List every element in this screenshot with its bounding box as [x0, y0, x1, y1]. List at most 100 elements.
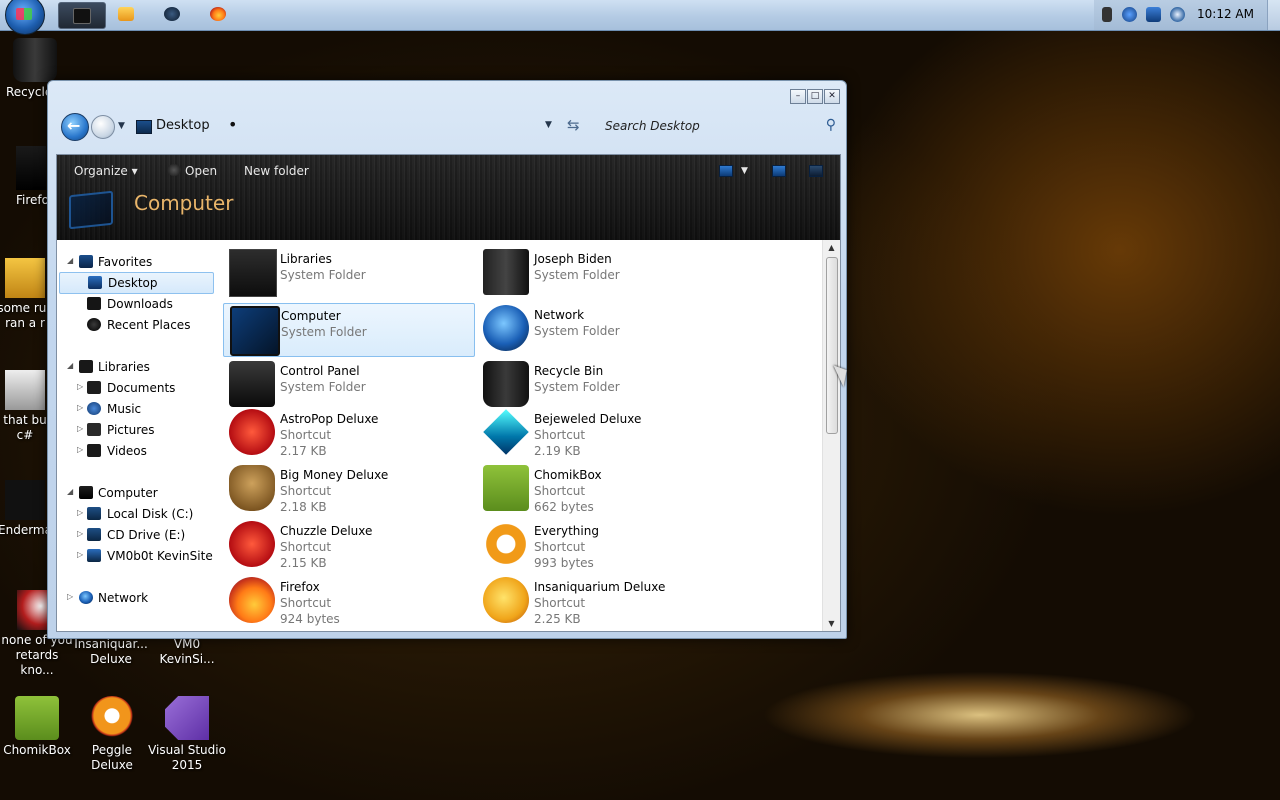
file-item-everything[interactable]: Everything Shortcut 993 bytes — [477, 519, 727, 571]
search-input[interactable]: Search Desktop ⚲ — [603, 116, 836, 136]
nav-label: Desktop — [108, 276, 158, 290]
vertical-scrollbar[interactable]: ▲ ▼ — [822, 240, 840, 631]
desktop-icon-visual-studio[interactable]: Visual Studio 2015 — [148, 696, 226, 773]
show-desktop-button[interactable] — [1267, 0, 1280, 30]
scroll-down-button[interactable]: ▼ — [823, 616, 840, 631]
taskbar-explorer-button[interactable] — [58, 2, 106, 29]
desktop-icon-peggle[interactable]: Peggle Deluxe — [73, 696, 151, 773]
clock[interactable]: 10:12 AM — [1197, 7, 1254, 21]
nav-item-recent-places[interactable]: Recent Places — [57, 315, 221, 335]
nav-item-documents[interactable]: ▷ Documents — [57, 378, 221, 398]
file-item-chuzzle[interactable]: Chuzzle Deluxe Shortcut 2.15 KB — [223, 519, 473, 571]
volume-icon[interactable] — [1170, 7, 1185, 22]
text-file-icon — [5, 258, 45, 298]
organize-button[interactable]: Organize ▾ — [74, 164, 138, 178]
computer-header-icon — [69, 190, 113, 230]
file-item-network[interactable]: Network System Folder — [477, 303, 727, 355]
maximize-button[interactable]: □ — [807, 89, 823, 104]
nav-label: Videos — [107, 444, 147, 458]
forward-button[interactable] — [91, 115, 115, 139]
expand-arrow-icon[interactable]: ▷ — [67, 592, 73, 601]
file-item-big-money[interactable]: Big Money Deluxe Shortcut 2.18 KB — [223, 463, 473, 515]
minimize-button[interactable]: – — [790, 89, 806, 104]
explorer-icon — [73, 8, 91, 24]
nav-item-music[interactable]: ▷ Music — [57, 399, 221, 419]
scroll-up-button[interactable]: ▲ — [823, 240, 840, 255]
nav-item-local-disk[interactable]: ▷ Local Disk (C:) — [57, 504, 221, 524]
nav-label: Local Disk (C:) — [107, 507, 194, 521]
explorer-window: – □ ✕ ▼ Desktop • ▼ ⇆ Search Desktop ⚲ O… — [47, 80, 847, 639]
file-item-recycle-bin[interactable]: Recycle Bin System Folder — [477, 359, 727, 411]
taskbar-media-player-button[interactable] — [104, 2, 150, 27]
back-button[interactable] — [61, 113, 89, 141]
nav-item-network[interactable]: ▷ Network — [57, 588, 221, 608]
desktop-icon-text-file-1[interactable]: some rus ran a r — [0, 258, 54, 331]
desktop-icon-chomikbox[interactable]: ChomikBox — [0, 696, 76, 758]
nav-item-libraries[interactable]: ◢ Libraries — [57, 357, 221, 377]
app-orb-icon — [164, 7, 180, 21]
nav-item-favorites[interactable]: ◢ Favorites — [57, 252, 221, 272]
help-icon[interactable] — [809, 165, 823, 177]
desktop-location-icon — [136, 120, 152, 134]
desktop-icon-text-file-2[interactable]: that bu c# — [0, 370, 54, 443]
collapse-arrow-icon[interactable]: ◢ — [67, 361, 73, 370]
breadcrumb-separator[interactable]: • — [228, 115, 237, 134]
file-item-chomikbox[interactable]: ChomikBox Shortcut 662 bytes — [477, 463, 727, 515]
open-button[interactable]: Open — [185, 164, 217, 178]
network-drive-icon — [87, 549, 101, 562]
nav-item-computer[interactable]: ◢ Computer — [57, 483, 221, 503]
file-item-control-panel[interactable]: Control Panel System Folder — [223, 359, 473, 411]
nav-item-videos[interactable]: ▷ Videos — [57, 441, 221, 461]
start-button[interactable] — [5, 0, 45, 35]
file-item-insaniquarium[interactable]: Insaniquarium Deluxe Shortcut 2.25 KB — [477, 575, 727, 627]
nav-item-desktop[interactable]: Desktop — [59, 272, 214, 294]
file-item-computer[interactable]: Computer System Folder — [223, 303, 475, 357]
nav-label: Documents — [107, 381, 176, 395]
address-bar[interactable]: Desktop — [156, 118, 210, 133]
favorites-icon — [79, 255, 93, 268]
collapse-arrow-icon[interactable]: ◢ — [67, 256, 73, 265]
nav-item-pictures[interactable]: ▷ Pictures — [57, 420, 221, 440]
nav-label: Computer — [98, 486, 158, 500]
nav-item-network-drive[interactable]: ▷ VM0b0t KevinSite — [57, 546, 221, 566]
preview-pane-icon[interactable] — [772, 165, 786, 177]
downloads-icon — [87, 297, 101, 310]
taskbar-firefox-button[interactable] — [196, 2, 242, 27]
text-file-icon — [5, 370, 45, 410]
tray-overflow-icon[interactable] — [1102, 7, 1112, 22]
control-panel-icon — [229, 361, 275, 407]
address-dropdown-button[interactable]: ▼ — [545, 120, 552, 130]
expand-arrow-icon[interactable]: ▷ — [77, 550, 83, 559]
expand-arrow-icon[interactable]: ▷ — [77, 403, 83, 412]
expand-arrow-icon[interactable]: ▷ — [77, 508, 83, 517]
file-item-bejeweled[interactable]: Bejeweled Deluxe Shortcut 2.19 KB — [477, 407, 727, 459]
new-folder-button[interactable]: New folder — [244, 164, 309, 178]
refresh-icon[interactable]: ⇆ — [567, 116, 580, 134]
taskbar-app-button[interactable] — [150, 2, 196, 27]
nav-item-downloads[interactable]: Downloads — [57, 294, 221, 314]
pictures-icon — [87, 423, 101, 436]
network-status-icon[interactable] — [1146, 7, 1161, 22]
file-size: 2.17 KB — [280, 444, 327, 458]
expand-arrow-icon[interactable]: ▷ — [77, 445, 83, 454]
file-item-astropop[interactable]: AstroPop Deluxe Shortcut 2.17 KB — [223, 407, 473, 459]
tray-app-icon[interactable] — [1122, 7, 1137, 22]
file-item-joseph-biden[interactable]: Joseph Biden System Folder — [477, 247, 727, 299]
file-item-libraries[interactable]: Libraries System Folder — [223, 247, 473, 299]
expand-arrow-icon[interactable]: ▷ — [77, 382, 83, 391]
collapse-arrow-icon[interactable]: ◢ — [67, 487, 73, 496]
recent-pages-dropdown[interactable]: ▼ — [118, 121, 125, 131]
file-size: 2.25 KB — [534, 612, 581, 626]
search-icon[interactable]: ⚲ — [826, 117, 836, 133]
expand-arrow-icon[interactable]: ▷ — [77, 529, 83, 538]
nav-item-cd-drive[interactable]: ▷ CD Drive (E:) — [57, 525, 221, 545]
scroll-thumb[interactable] — [826, 257, 838, 434]
change-view-icon[interactable] — [719, 165, 733, 177]
taskbar: 10:12 AM — [0, 0, 1280, 35]
expand-arrow-icon[interactable]: ▷ — [77, 424, 83, 433]
view-options-dropdown[interactable]: ▼ — [741, 166, 748, 176]
close-button[interactable]: ✕ — [824, 89, 840, 104]
desktop-icon-enderman[interactable]: Enderma — [0, 480, 54, 538]
file-name: Computer — [281, 309, 341, 323]
file-item-firefox[interactable]: Firefox Shortcut 924 bytes — [223, 575, 473, 627]
